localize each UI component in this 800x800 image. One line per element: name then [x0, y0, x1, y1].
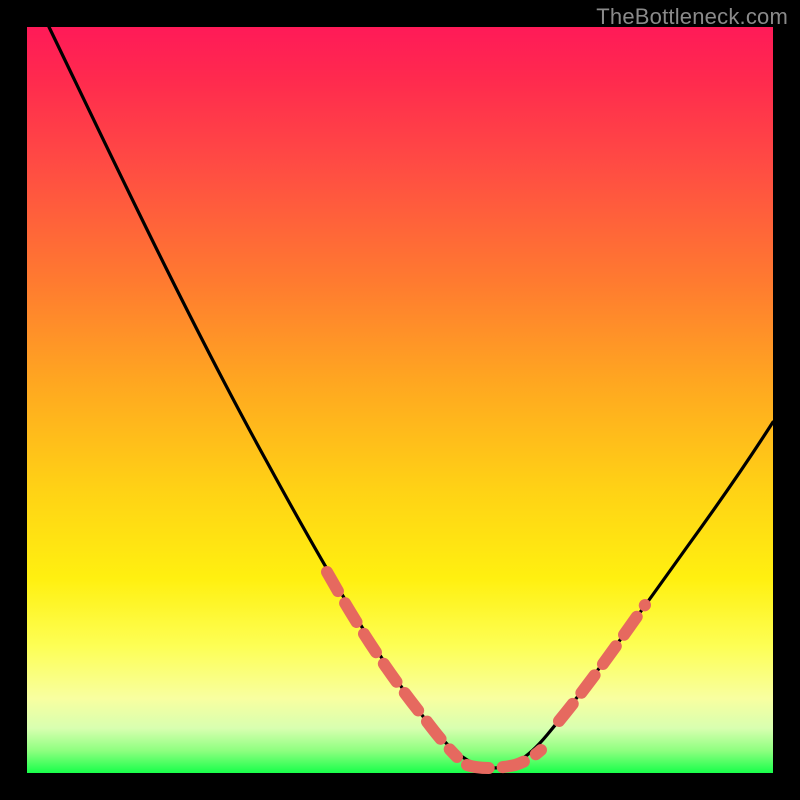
- highlight-right: [559, 605, 645, 721]
- highlight-left: [327, 572, 457, 757]
- plot-area: [27, 27, 773, 773]
- curve-path: [49, 27, 773, 768]
- attribution-label: TheBottleneck.com: [596, 4, 788, 30]
- bottleneck-curve: [27, 27, 773, 773]
- chart-frame: TheBottleneck.com: [0, 0, 800, 800]
